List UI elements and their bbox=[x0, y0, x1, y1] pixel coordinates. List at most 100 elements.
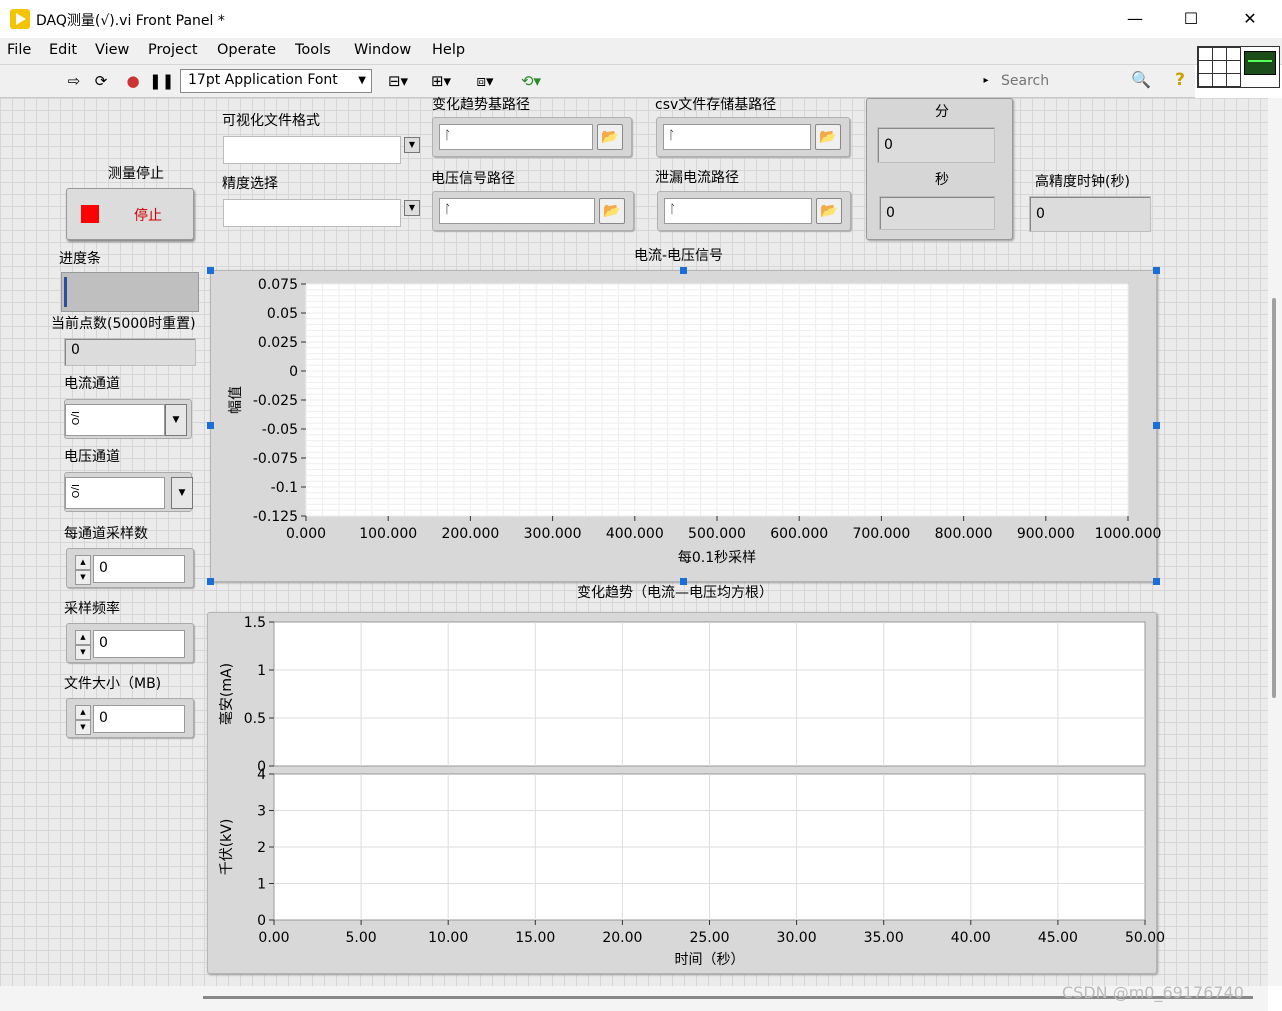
pause-icon[interactable]: ❚❚ bbox=[149, 71, 174, 91]
decrement-icon[interactable]: ▼ bbox=[75, 645, 91, 660]
y-axis-label: 幅值 bbox=[228, 386, 244, 414]
leak-path-control[interactable]: 📂 bbox=[657, 191, 851, 231]
current-channel-field[interactable] bbox=[65, 404, 165, 436]
window-title: DAQ测量(√).vi Front Panel * bbox=[36, 13, 225, 29]
graph1-title: 电流-电压信号 bbox=[634, 248, 724, 264]
samples-input[interactable]: 0 bbox=[93, 555, 185, 583]
current-channel-control[interactable]: ▼ bbox=[64, 399, 192, 439]
increment-icon[interactable]: ▲ bbox=[75, 555, 91, 570]
search-icon[interactable]: 🔍 bbox=[1131, 70, 1151, 89]
abort-icon[interactable]: ● bbox=[122, 71, 144, 91]
progress-label: 进度条 bbox=[59, 251, 101, 267]
context-help-icon[interactable]: ? bbox=[1170, 70, 1190, 90]
filesize-control[interactable]: ▲ ▼ 0 bbox=[66, 698, 194, 738]
chevron-down-icon[interactable]: ▼ bbox=[171, 477, 193, 509]
y-tick-label: 0.075 bbox=[258, 277, 298, 293]
decrement-icon[interactable]: ▼ bbox=[75, 720, 91, 735]
trend-path-control[interactable]: 📂 bbox=[432, 117, 632, 157]
samples-control[interactable]: ▲ ▼ 0 bbox=[66, 548, 194, 588]
y-tick-label: -0.025 bbox=[253, 393, 298, 409]
font-select[interactable]: 17pt Application Font ▼ bbox=[180, 69, 372, 93]
filesize-input[interactable]: 0 bbox=[93, 705, 185, 733]
stop-button[interactable]: 停止 bbox=[66, 188, 194, 240]
chevron-down-icon[interactable]: ▼ bbox=[404, 137, 420, 153]
x-axis-label: 每0.1秒采样 bbox=[678, 550, 756, 566]
stop-led-icon bbox=[81, 205, 99, 223]
current-voltage-graph[interactable]: 0.075 0.05 0.025 0 -0.025 -0.05 -0.075 -0.1 -0.1… bbox=[210, 270, 1170, 580]
menu-help[interactable]: Help bbox=[432, 42, 465, 58]
vi-icon[interactable] bbox=[1240, 46, 1280, 88]
folder-icon[interactable]: 📂 bbox=[815, 124, 841, 150]
menu-edit[interactable]: Edit bbox=[49, 42, 77, 58]
progress-bar bbox=[61, 272, 199, 312]
close-button[interactable]: ✕ bbox=[1227, 6, 1273, 32]
minimize-button[interactable]: — bbox=[1112, 6, 1158, 32]
trend-path-input[interactable] bbox=[439, 124, 593, 150]
menu-view[interactable]: View bbox=[95, 42, 129, 58]
resize-objects-icon[interactable]: ⧈▾ bbox=[470, 71, 500, 91]
x-tick-label: 30.00 bbox=[777, 930, 817, 946]
menu-project[interactable]: Project bbox=[148, 42, 198, 58]
search-box[interactable]: 🔍 bbox=[995, 70, 1165, 92]
folder-icon[interactable]: 📂 bbox=[816, 198, 842, 224]
menu-bar: File Edit View Project Operate Tools Win… bbox=[0, 38, 1282, 65]
time-cluster: 分 0 秒 0 bbox=[866, 98, 1013, 240]
menu-operate[interactable]: Operate bbox=[217, 42, 276, 58]
x-tick-label: 900.000 bbox=[1017, 526, 1075, 542]
format-ring[interactable] bbox=[223, 136, 401, 164]
menu-tools[interactable]: Tools bbox=[295, 42, 331, 58]
font-select-value: 17pt Application Font bbox=[188, 72, 338, 88]
second-value: 0 bbox=[886, 205, 895, 221]
menu-window[interactable]: Window bbox=[354, 42, 411, 58]
connector-pane-icon[interactable] bbox=[1197, 46, 1241, 88]
increment-icon[interactable]: ▲ bbox=[75, 630, 91, 645]
csv-path-input[interactable] bbox=[663, 124, 811, 150]
align-objects-icon[interactable]: ⊟▾ bbox=[383, 71, 413, 91]
vertical-scrollbar[interactable] bbox=[1268, 98, 1282, 986]
voltage-path-input[interactable] bbox=[439, 198, 595, 224]
trend-graph[interactable]: 1.510.50毫安(mA)43210千伏(kV)0.00 5.00 10.00 15… bbox=[207, 612, 1167, 972]
decrement-icon[interactable]: ▼ bbox=[75, 570, 91, 585]
y-tick-label: -0.05 bbox=[262, 422, 298, 438]
csv-path-control[interactable]: 📂 bbox=[656, 117, 850, 157]
increment-icon[interactable]: ▲ bbox=[75, 705, 91, 720]
folder-icon[interactable]: 📂 bbox=[599, 198, 625, 224]
search-expand-icon[interactable]: ▸ bbox=[980, 71, 992, 91]
x-tick-label: 500.000 bbox=[688, 526, 746, 542]
y-tick-label: -0.1 bbox=[271, 480, 298, 496]
voltage-channel-control[interactable]: ▼ bbox=[64, 472, 193, 512]
clock-value: 0 bbox=[1036, 206, 1045, 222]
progress-fill bbox=[64, 277, 67, 307]
chevron-down-icon[interactable]: ▼ bbox=[404, 200, 420, 216]
maximize-button[interactable]: ☐ bbox=[1168, 6, 1214, 32]
rate-value: 0 bbox=[99, 635, 108, 651]
x-tick-label: 35.00 bbox=[864, 930, 904, 946]
precision-ring[interactable] bbox=[223, 199, 401, 227]
rate-input[interactable]: 0 bbox=[93, 630, 185, 658]
search-input[interactable] bbox=[999, 70, 1133, 92]
menu-file[interactable]: File bbox=[7, 42, 31, 58]
distribute-objects-icon[interactable]: ⊞▾ bbox=[426, 71, 456, 91]
labview-icon bbox=[10, 9, 30, 29]
leak-path-input[interactable] bbox=[664, 198, 812, 224]
reorder-icon[interactable]: ⟲▾ bbox=[516, 71, 546, 91]
watermark: CSDN @m0_69176740 bbox=[1062, 983, 1244, 1002]
folder-icon[interactable]: 📂 bbox=[597, 124, 623, 150]
run-continuously-icon[interactable]: ⟳ bbox=[90, 71, 112, 91]
stop-group-label: 测量停止 bbox=[108, 166, 164, 182]
current-points-label: 当前点数(5000时重置) bbox=[51, 316, 196, 332]
rate-control[interactable]: ▲ ▼ 0 bbox=[66, 623, 194, 663]
voltage-path-control[interactable]: 📂 bbox=[432, 191, 634, 231]
run-arrow-icon[interactable]: ⇨ bbox=[63, 71, 85, 91]
format-label: 可视化文件格式 bbox=[222, 113, 320, 129]
y-tick-label: 1 bbox=[257, 663, 266, 679]
chevron-down-icon[interactable]: ▼ bbox=[165, 404, 187, 436]
second-label: 秒 bbox=[935, 172, 949, 188]
trend-path-label: 变化趋势基路径 bbox=[432, 97, 530, 113]
filesize-value: 0 bbox=[99, 710, 108, 726]
voltage-channel-field[interactable] bbox=[65, 477, 165, 509]
x-tick-label: 700.000 bbox=[852, 526, 910, 542]
clock-label: 高精度时钟(秒) bbox=[1035, 174, 1130, 190]
scroll-thumb[interactable] bbox=[1272, 298, 1276, 698]
x-tick-label: 45.00 bbox=[1038, 930, 1078, 946]
